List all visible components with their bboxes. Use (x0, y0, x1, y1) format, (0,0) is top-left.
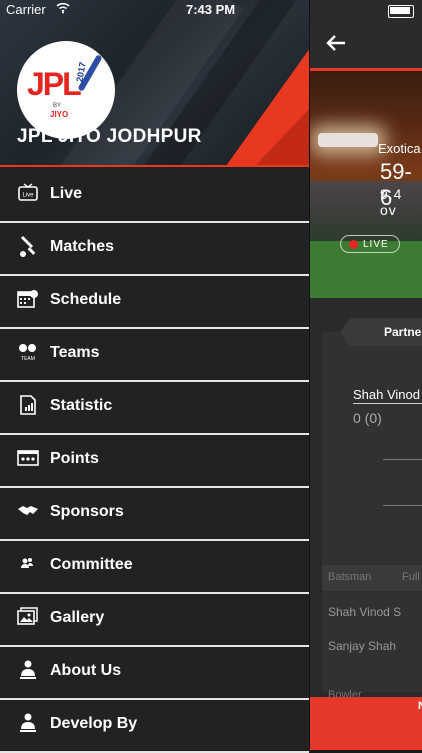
menu-label: About Us (50, 662, 122, 679)
divider (383, 459, 422, 460)
team-icon: TEAM (17, 341, 39, 365)
navigation-drawer: JPL 2017 BY JIYO JPL JITO JODHPUR Live L… (0, 0, 310, 753)
tab-partnership[interactable]: Partne (340, 318, 422, 346)
column-header-full: Full (402, 571, 420, 583)
live-dot-icon (349, 240, 358, 249)
divider (383, 505, 422, 506)
menu-item-matches[interactable]: Matches (0, 223, 309, 276)
overs: 9.4 ov (380, 186, 403, 218)
menu-item-develop-by[interactable]: Develop By (0, 700, 309, 753)
menu-item-statistic[interactable]: Statistic (0, 382, 309, 435)
menu-item-committee[interactable]: Committee (0, 541, 309, 594)
divider (353, 403, 422, 404)
menu-item-sponsors[interactable]: Sponsors (0, 488, 309, 541)
cricket-bat-icon (17, 235, 39, 259)
menu-label: Develop By (50, 715, 138, 732)
menu-label: Sponsors (50, 503, 124, 520)
table-row: Sanjay Shah (328, 639, 397, 653)
header-accent-line (0, 165, 309, 167)
menu-label: Gallery (50, 609, 105, 626)
batsman-name: Shah Vinod (353, 387, 420, 402)
column-header-batsman: Batsman (328, 571, 372, 583)
menu-item-points[interactable]: Points (0, 435, 309, 488)
batsman-score: 0 (0) (353, 410, 382, 426)
menu-item-teams[interactable]: TEAM Teams (0, 329, 309, 382)
logo-text: JPL (27, 66, 82, 102)
live-label: LIVE (363, 239, 389, 250)
menu-item-live[interactable]: Live Live (0, 170, 309, 223)
battery-icon (388, 5, 414, 18)
drawer-header: JPL 2017 BY JIYO JPL JITO JODHPUR (0, 0, 309, 166)
menu-label: Live (50, 185, 83, 202)
app-logo: JPL 2017 BY JIYO (17, 41, 115, 139)
partnership-card (322, 332, 422, 692)
live-badge: LIVE (340, 235, 400, 253)
drawer-menu: Live Live Matches Schedule TEAM Teams St… (0, 170, 309, 753)
menu-item-gallery[interactable]: Gallery (0, 594, 309, 647)
committee-icon (17, 553, 39, 577)
bottom-action-button[interactable]: N (310, 697, 422, 750)
logo-sponsor: JIYO (50, 110, 69, 119)
clock: 7:43 PM (186, 2, 236, 17)
menu-item-schedule[interactable]: Schedule (0, 276, 309, 329)
statistic-icon (17, 394, 39, 418)
tv-icon: Live (17, 182, 39, 206)
calendar-icon (17, 288, 39, 312)
menu-label: Committee (50, 556, 133, 573)
gallery-icon (17, 606, 39, 630)
menu-label: Teams (50, 344, 100, 361)
status-bar: Carrier 7:43 PM (0, 0, 422, 20)
scoreboard-icon (17, 447, 39, 471)
carrier-label: Carrier (6, 2, 46, 17)
menu-label: Statistic (50, 397, 113, 414)
menu-label: Schedule (50, 291, 122, 308)
table-row: Shah Vinod S (328, 605, 402, 619)
team-name: Exotica (378, 141, 421, 156)
menu-label: Matches (50, 238, 115, 255)
header-red-triangle (255, 108, 309, 166)
stadium-lights (318, 133, 378, 147)
developer-icon (17, 712, 39, 736)
wifi-icon (56, 2, 70, 17)
logo-by: BY (53, 103, 62, 109)
handshake-icon (17, 500, 39, 524)
app-name: JPL JITO JODHPUR (17, 126, 202, 147)
menu-item-about-us[interactable]: About Us (0, 647, 309, 700)
back-arrow-icon[interactable] (325, 32, 349, 56)
person-icon (17, 659, 39, 683)
menu-label: Points (50, 450, 99, 467)
svg-text:TEAM: TEAM (21, 356, 35, 362)
svg-text:Live: Live (22, 193, 34, 199)
match-hero-banner: Exotica 59-6 9.4 ov LIVE (310, 71, 422, 298)
